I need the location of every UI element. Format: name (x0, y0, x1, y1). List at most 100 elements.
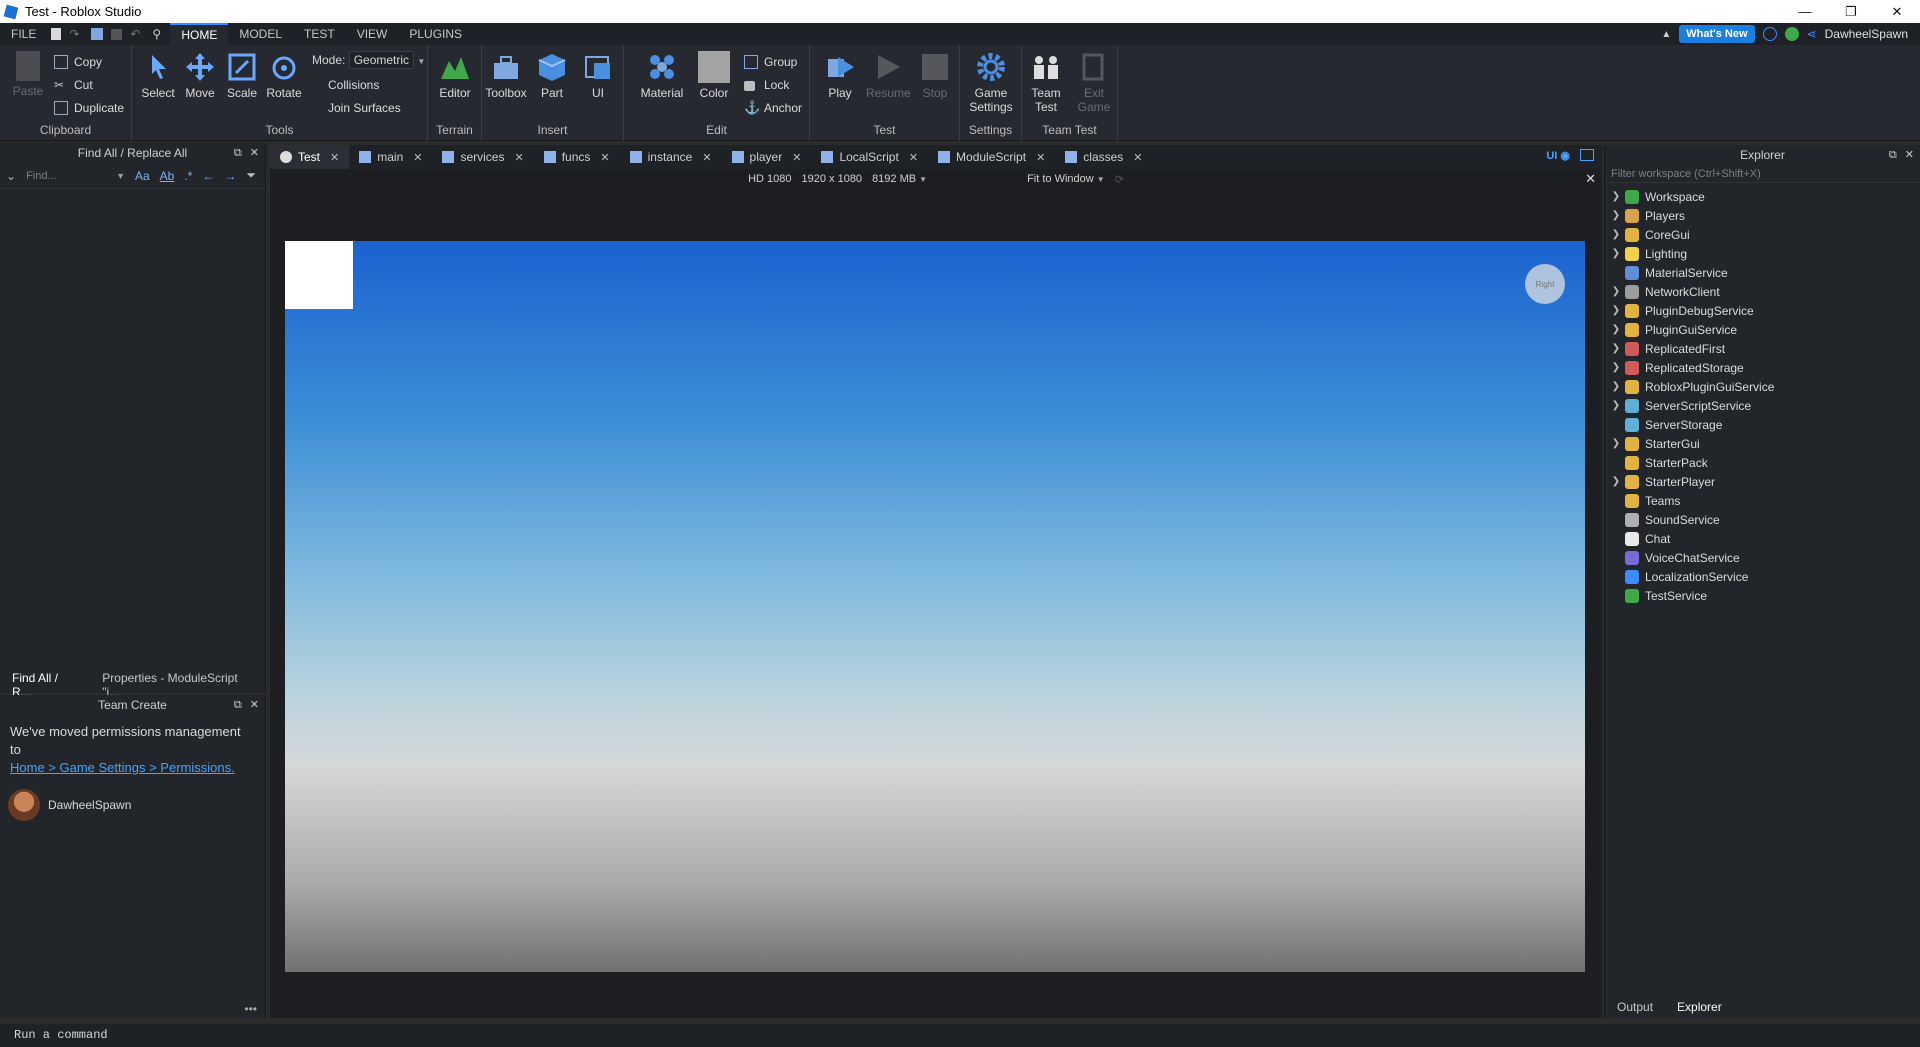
chevron-right-icon[interactable]: ❯ (1607, 343, 1625, 354)
chevron-right-icon[interactable]: ❯ (1607, 381, 1625, 392)
rotate-button[interactable]: Rotate (262, 51, 306, 100)
tab-instance[interactable]: instance ✕ (620, 145, 722, 169)
mode-dropdown[interactable]: Geometric (348, 51, 415, 69)
collisions-toggle[interactable]: Collisions (328, 76, 379, 94)
regex-toggle[interactable]: .* (184, 169, 192, 183)
ui-visibility-toggle[interactable]: UI ◉ (1546, 149, 1570, 162)
match-whole-word-toggle[interactable]: Ab (160, 169, 175, 183)
undock-icon[interactable]: ⧉ (1889, 145, 1897, 165)
duplicate-button[interactable]: Duplicate (54, 99, 124, 117)
chevron-right-icon[interactable]: ❯ (1607, 324, 1625, 335)
chevron-right-icon[interactable]: ❯ (1607, 229, 1625, 240)
chevron-right-icon[interactable]: ❯ (1607, 248, 1625, 259)
rotate-device-icon[interactable]: ⟳ (1115, 173, 1124, 186)
memory-dropdown[interactable]: 8192 MB ▼ (872, 173, 927, 185)
resume-button[interactable]: Resume (866, 51, 911, 100)
tab-main[interactable]: main ✕ (349, 145, 432, 169)
join-surfaces-toggle[interactable]: Join Surfaces (328, 99, 401, 117)
team-user-row[interactable]: DawheelSpawn (0, 785, 265, 825)
part-button[interactable]: Part (530, 51, 574, 100)
username-label[interactable]: DawheelSpawn (1825, 27, 1908, 41)
new-file-icon[interactable] (51, 28, 62, 40)
terrain-editor-button[interactable]: Editor (433, 51, 477, 100)
game-view-sky[interactable]: Right (285, 241, 1585, 972)
tab-localscript[interactable]: LocalScript ✕ (811, 145, 928, 169)
tab-player[interactable]: player ✕ (722, 145, 812, 169)
explorer-item[interactable]: ❯ Players (1605, 206, 1920, 225)
explorer-item[interactable]: LocalizationService (1605, 567, 1920, 586)
undock-icon[interactable]: ⧉ (234, 143, 242, 163)
play-button[interactable]: Play (818, 51, 862, 100)
tab-services[interactable]: services ✕ (432, 145, 533, 169)
material-button[interactable]: Material (640, 51, 684, 100)
undock-icon[interactable]: ⧉ (234, 695, 242, 715)
explorer-item[interactable]: TestService (1605, 586, 1920, 605)
viewport[interactable]: HD 1080 1920 x 1080 8192 MB ▼ Fit to Win… (270, 169, 1602, 1018)
tab-classes[interactable]: classes ✕ (1055, 145, 1152, 169)
tab-properties[interactable]: Properties - ModuleScript "i... (90, 667, 266, 699)
paste-button[interactable]: Paste (6, 51, 50, 98)
device-emulator-icon[interactable] (1580, 149, 1594, 161)
ui-button[interactable]: UI (576, 51, 620, 100)
toolbox-button[interactable]: Toolbox (484, 51, 528, 100)
explorer-item[interactable]: MaterialService (1605, 263, 1920, 282)
match-case-toggle[interactable]: Aa (135, 169, 150, 183)
filter-icon[interactable]: ⏷ (246, 168, 256, 183)
move-button[interactable]: Move (178, 51, 222, 100)
explorer-item[interactable]: VoiceChatService (1605, 548, 1920, 567)
explorer-item[interactable]: ❯ ReplicatedStorage (1605, 358, 1920, 377)
view-cube[interactable]: Right (1525, 264, 1565, 304)
explorer-item[interactable]: ❯ PluginDebugService (1605, 301, 1920, 320)
fit-dropdown[interactable]: Fit to Window ▼ (1027, 173, 1105, 185)
explorer-item[interactable]: SoundService (1605, 510, 1920, 529)
explorer-item[interactable]: StarterPack (1605, 453, 1920, 472)
menu-plugins[interactable]: PLUGINS (398, 23, 473, 45)
explorer-item[interactable]: ServerStorage (1605, 415, 1920, 434)
stop-button[interactable]: Stop (913, 51, 957, 100)
minimize-button[interactable]: — (1782, 0, 1828, 23)
next-result-icon[interactable]: → (224, 169, 236, 183)
tab-funcs[interactable]: funcs ✕ (534, 145, 620, 169)
select-button[interactable]: Select (136, 51, 180, 100)
close-tab-icon[interactable]: ✕ (514, 151, 523, 164)
tab-explorer[interactable]: Explorer (1665, 996, 1734, 1018)
close-tab-icon[interactable]: ✕ (1036, 151, 1045, 164)
redo-icon[interactable]: ↷ (69, 27, 83, 41)
copy-button[interactable]: Copy (54, 53, 102, 71)
explorer-item[interactable]: ❯ RobloxPluginGuiService (1605, 377, 1920, 396)
whats-new-button[interactable]: What's New (1679, 25, 1755, 43)
close-tab-icon[interactable]: ✕ (330, 151, 339, 164)
menu-test[interactable]: TEST (293, 23, 346, 45)
chevron-right-icon[interactable]: ❯ (1607, 210, 1625, 221)
menu-file[interactable]: FILE (0, 23, 47, 45)
insert-icon[interactable] (91, 28, 104, 40)
close-tab-icon[interactable]: ✕ (792, 151, 801, 164)
restore-button[interactable]: ❐ (1828, 0, 1874, 23)
undo-icon[interactable]: ↶ (130, 27, 144, 41)
explorer-item[interactable]: ❯ StarterPlayer (1605, 472, 1920, 491)
close-tab-icon[interactable]: ✕ (600, 151, 609, 164)
menu-home[interactable]: HOME (170, 23, 229, 45)
menu-view[interactable]: VIEW (346, 23, 399, 45)
team-test-button[interactable]: Team Test (1024, 51, 1068, 114)
tab-find-all[interactable]: Find All / R... (0, 667, 90, 699)
command-bar-input[interactable]: Run a command (0, 1024, 1920, 1047)
more-options-icon[interactable]: ••• (244, 1002, 257, 1016)
previous-result-icon[interactable]: ← (202, 169, 214, 183)
close-emulation-icon[interactable]: ✕ (1585, 171, 1596, 187)
close-panel-icon[interactable]: ✕ (1905, 145, 1914, 165)
expand-replace-icon[interactable]: ⌄ (6, 169, 16, 183)
collapse-ribbon-icon[interactable]: ▲ (1661, 29, 1671, 40)
explorer-item[interactable]: ❯ NetworkClient (1605, 282, 1920, 301)
close-tab-icon[interactable]: ✕ (702, 151, 711, 164)
binoculars-icon[interactable]: ⚲ (152, 27, 166, 41)
explorer-item[interactable]: ❯ CoreGui (1605, 225, 1920, 244)
close-tab-icon[interactable]: ✕ (1133, 151, 1142, 164)
explorer-item[interactable]: Teams (1605, 491, 1920, 510)
explorer-item[interactable]: ❯ ServerScriptService (1605, 396, 1920, 415)
explorer-item[interactable]: Chat (1605, 529, 1920, 548)
close-tab-icon[interactable]: ✕ (909, 151, 918, 164)
tab-output[interactable]: Output (1605, 996, 1665, 1018)
group-button[interactable]: Group (744, 53, 797, 71)
explorer-filter-input[interactable]: Filter workspace (Ctrl+Shift+X) (1605, 165, 1920, 183)
